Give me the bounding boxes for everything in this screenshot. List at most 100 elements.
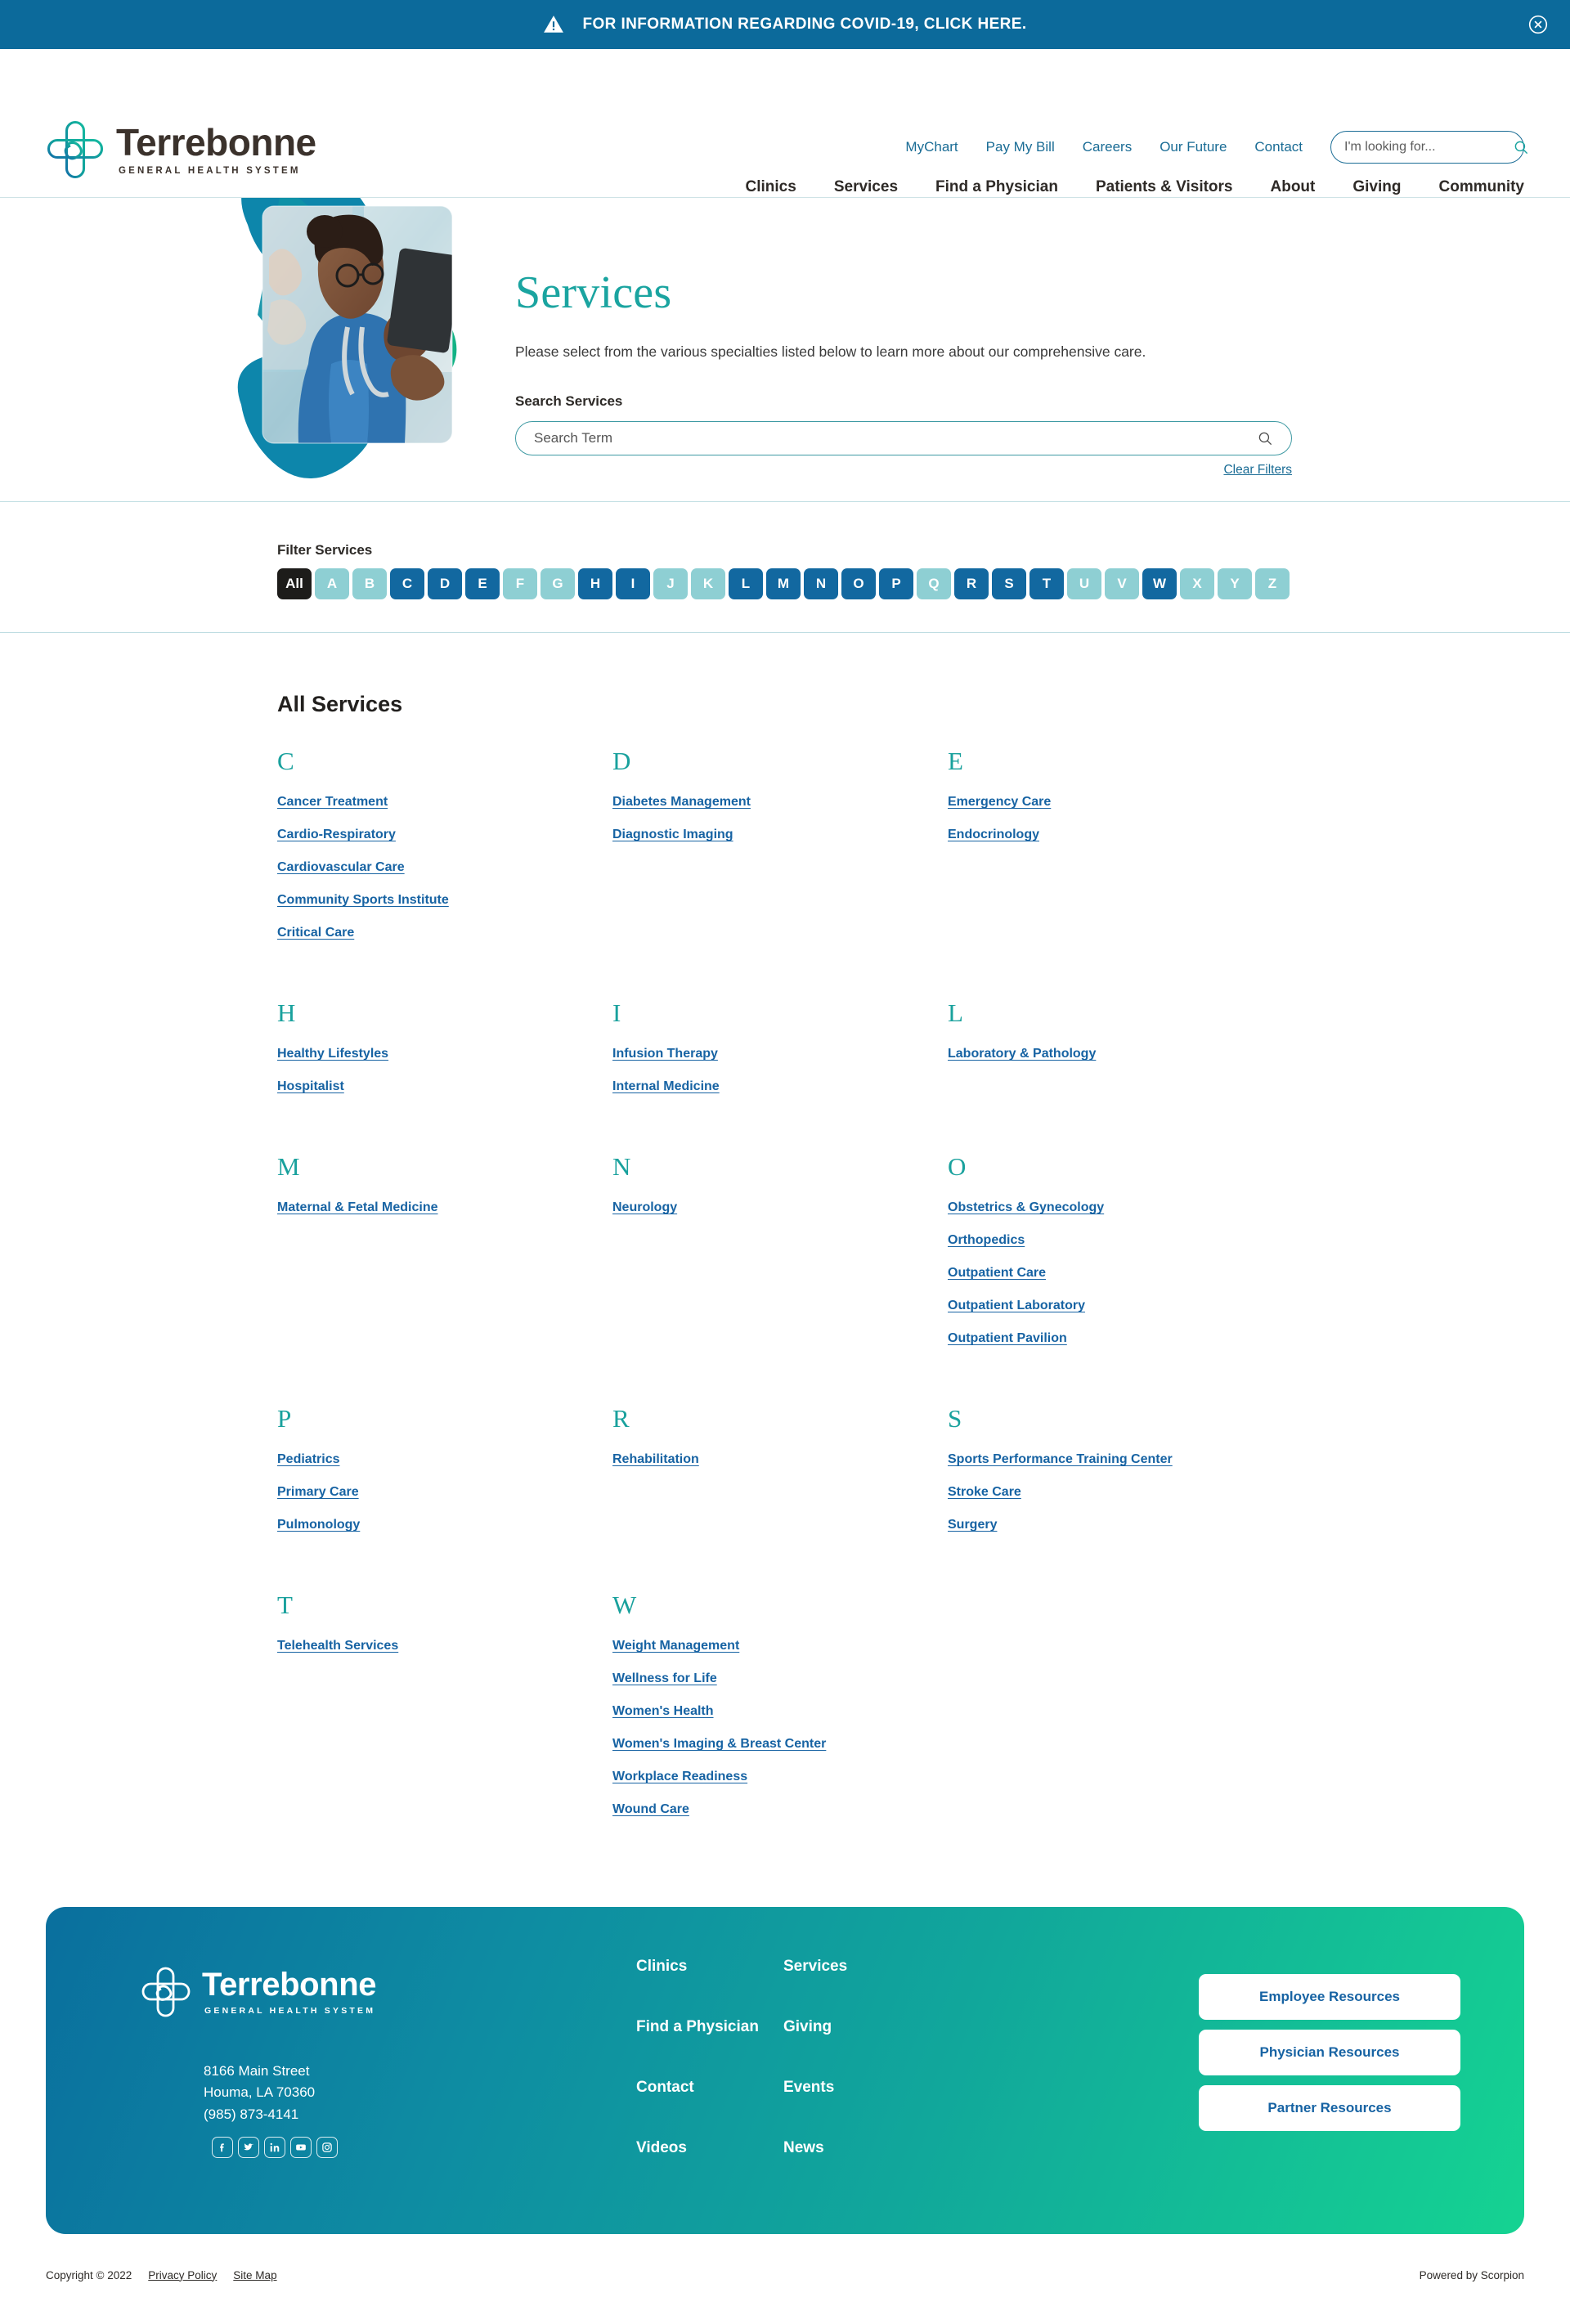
service-link[interactable]: Outpatient Pavilion <box>948 1331 1067 1346</box>
filter-letter-all[interactable]: All <box>277 568 312 599</box>
filter-letter-m[interactable]: M <box>766 568 801 599</box>
instagram-link[interactable] <box>316 2137 338 2158</box>
footer-logo[interactable]: Terrebonne GENERAL HEALTH SYSTEM <box>141 1966 376 2018</box>
service-link[interactable]: Emergency Care <box>948 795 1051 810</box>
service-link[interactable]: Community Sports Institute <box>277 893 449 908</box>
employee-resources-button[interactable]: Employee Resources <box>1199 1974 1460 2020</box>
footer-nav-contact[interactable]: Contact <box>636 2079 783 2139</box>
service-link[interactable]: Wound Care <box>612 1802 689 1817</box>
search-icon[interactable] <box>1514 140 1529 155</box>
utility-link-mychart[interactable]: MyChart <box>905 139 958 155</box>
footer-nav-clinics[interactable]: Clinics <box>636 1958 783 2018</box>
address-phone[interactable]: (985) 873-4141 <box>204 2104 315 2125</box>
filter-letter-l[interactable]: L <box>729 568 763 599</box>
service-link[interactable]: Orthopedics <box>948 1233 1025 1248</box>
filter-letter-k[interactable]: K <box>691 568 725 599</box>
physician-resources-button[interactable]: Physician Resources <box>1199 2030 1460 2075</box>
service-link[interactable]: Pulmonology <box>277 1518 360 1532</box>
filter-letter-n[interactable]: N <box>804 568 838 599</box>
footer-nav-events[interactable]: Events <box>783 2079 931 2139</box>
service-link[interactable]: Critical Care <box>277 926 354 940</box>
filter-letter-d[interactable]: D <box>428 568 462 599</box>
filter-letter-z[interactable]: Z <box>1255 568 1290 599</box>
youtube-link[interactable] <box>290 2137 312 2158</box>
service-link[interactable]: Infusion Therapy <box>612 1047 718 1061</box>
service-link[interactable]: Diagnostic Imaging <box>612 828 733 842</box>
site-logo[interactable]: Terrebonne GENERAL HEALTH SYSTEM <box>46 119 316 180</box>
service-link[interactable]: Women's Imaging & Breast Center <box>612 1737 826 1752</box>
header-search-input[interactable] <box>1344 140 1514 155</box>
filter-letter-y[interactable]: Y <box>1218 568 1252 599</box>
service-link[interactable]: Laboratory & Pathology <box>948 1047 1096 1061</box>
service-link[interactable]: Maternal & Fetal Medicine <box>277 1200 438 1215</box>
filter-letter-i[interactable]: I <box>616 568 650 599</box>
twitter-link[interactable] <box>238 2137 259 2158</box>
header-search[interactable] <box>1330 131 1528 164</box>
service-link[interactable]: Wellness for Life <box>612 1671 717 1686</box>
services-search[interactable] <box>515 421 1292 456</box>
utility-link-our-future[interactable]: Our Future <box>1160 139 1227 155</box>
filter-letter-c[interactable]: C <box>390 568 424 599</box>
filter-letter-v[interactable]: V <box>1105 568 1139 599</box>
service-link[interactable]: Weight Management <box>612 1639 739 1653</box>
nav-giving[interactable]: Giving <box>1352 178 1401 196</box>
footer-nav-giving[interactable]: Giving <box>783 2018 931 2079</box>
partner-resources-button[interactable]: Partner Resources <box>1199 2085 1460 2131</box>
filter-letter-u[interactable]: U <box>1067 568 1101 599</box>
filter-letter-o[interactable]: O <box>841 568 876 599</box>
service-link[interactable]: Cardiovascular Care <box>277 860 405 875</box>
privacy-policy-link[interactable]: Privacy Policy <box>148 2269 217 2281</box>
service-link[interactable]: Pediatrics <box>277 1452 339 1467</box>
nav-about[interactable]: About <box>1271 178 1316 196</box>
facebook-link[interactable] <box>212 2137 233 2158</box>
filter-letter-w[interactable]: W <box>1142 568 1177 599</box>
utility-link-pay-my-bill[interactable]: Pay My Bill <box>986 139 1055 155</box>
filter-letter-f[interactable]: F <box>503 568 537 599</box>
filter-letter-r[interactable]: R <box>954 568 989 599</box>
nav-clinics[interactable]: Clinics <box>746 178 796 196</box>
site-map-link[interactable]: Site Map <box>233 2269 276 2281</box>
service-link[interactable]: Primary Care <box>277 1485 359 1500</box>
nav-find-a-physician[interactable]: Find a Physician <box>935 178 1058 196</box>
utility-link-contact[interactable]: Contact <box>1254 139 1303 155</box>
service-link[interactable]: Telehealth Services <box>277 1639 398 1653</box>
nav-community[interactable]: Community <box>1439 178 1525 196</box>
service-link[interactable]: Internal Medicine <box>612 1079 720 1094</box>
service-link[interactable]: Neurology <box>612 1200 677 1215</box>
service-link[interactable]: Workplace Readiness <box>612 1770 747 1784</box>
filter-letter-a[interactable]: A <box>315 568 349 599</box>
service-link[interactable]: Diabetes Management <box>612 795 751 810</box>
filter-letter-j[interactable]: J <box>653 568 688 599</box>
service-link[interactable]: Cancer Treatment <box>277 795 388 810</box>
filter-letter-g[interactable]: G <box>541 568 575 599</box>
search-icon[interactable] <box>1258 431 1273 446</box>
close-circle-icon[interactable] <box>1527 14 1549 35</box>
clear-filters-link[interactable]: Clear Filters <box>1223 463 1292 477</box>
service-link[interactable]: Obstetrics & Gynecology <box>948 1200 1104 1215</box>
filter-letter-s[interactable]: S <box>992 568 1026 599</box>
nav-services[interactable]: Services <box>834 178 898 196</box>
filter-letter-b[interactable]: B <box>352 568 387 599</box>
filter-letter-q[interactable]: Q <box>917 568 951 599</box>
footer-nav-news[interactable]: News <box>783 2139 931 2200</box>
service-link[interactable]: Rehabilitation <box>612 1452 699 1467</box>
footer-nav-videos[interactable]: Videos <box>636 2139 783 2200</box>
service-link[interactable]: Healthy Lifestyles <box>277 1047 388 1061</box>
filter-letter-e[interactable]: E <box>465 568 500 599</box>
nav-patients-visitors[interactable]: Patients & Visitors <box>1096 178 1233 196</box>
footer-nav-services[interactable]: Services <box>783 1958 931 2018</box>
service-link[interactable]: Endocrinology <box>948 828 1039 842</box>
service-link[interactable]: Outpatient Laboratory <box>948 1299 1085 1313</box>
filter-letter-h[interactable]: H <box>578 568 612 599</box>
service-link[interactable]: Women's Health <box>612 1704 714 1719</box>
service-link[interactable]: Sports Performance Training Center <box>948 1452 1173 1467</box>
footer-nav-find-a-physician[interactable]: Find a Physician <box>636 2018 783 2079</box>
covid-alert-banner[interactable]: FOR INFORMATION REGARDING COVID-19, CLIC… <box>0 0 1570 49</box>
service-link[interactable]: Hospitalist <box>277 1079 344 1094</box>
services-search-input[interactable] <box>534 430 1258 447</box>
filter-letter-t[interactable]: T <box>1029 568 1064 599</box>
service-link[interactable]: Outpatient Care <box>948 1266 1046 1281</box>
utility-link-careers[interactable]: Careers <box>1083 139 1132 155</box>
service-link[interactable]: Cardio-Respiratory <box>277 828 396 842</box>
service-link[interactable]: Stroke Care <box>948 1485 1021 1500</box>
